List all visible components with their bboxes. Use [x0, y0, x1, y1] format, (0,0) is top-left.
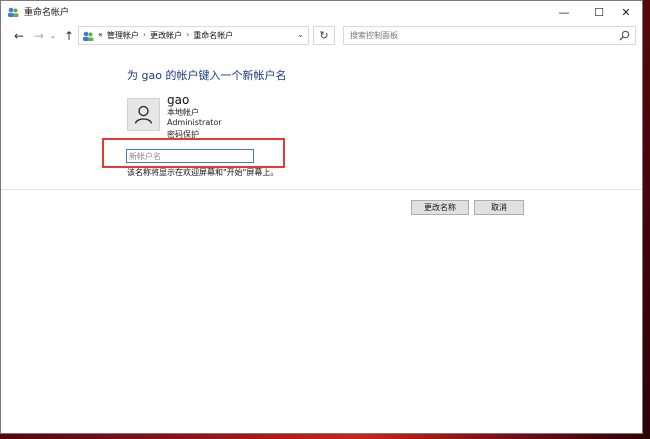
account-role: Administrator	[167, 118, 222, 127]
breadcrumb-item-manage-accounts[interactable]: 管理帐户	[107, 30, 139, 41]
user-accounts-icon	[8, 7, 19, 17]
breadcrumb-overflow[interactable]: «	[98, 30, 103, 41]
title-bar: 重命名帐户 — ☐ ✕	[1, 1, 642, 23]
navigation-bar: ← → ⌄ ↑ « 管理帐户 › 更改帐户 › 重命名帐户 ⌄ ↻ 搜索控制面板	[1, 25, 642, 47]
breadcrumb: « 管理帐户 › 更改帐户 › 重命名帐户	[98, 30, 233, 41]
back-button[interactable]: ←	[11, 27, 27, 45]
window-title: 重命名帐户	[24, 8, 70, 18]
chevron-down-icon[interactable]: ⌄	[297, 30, 304, 39]
breadcrumb-separator[interactable]: ›	[143, 30, 146, 41]
minimize-button[interactable]: —	[547, 1, 581, 23]
rename-button[interactable]: 更改名称	[411, 200, 469, 215]
user-name: gao	[167, 93, 190, 107]
user-accounts-icon	[83, 31, 94, 41]
search-icon[interactable]	[619, 30, 630, 41]
address-bar[interactable]: « 管理帐户 › 更改帐户 › 重命名帐户 ⌄	[78, 26, 309, 45]
rename-account-window: 重命名帐户 — ☐ ✕ ← → ⌄ ↑ « 管理帐户 › 更改帐户 › 重命名帐…	[0, 0, 643, 434]
search-input[interactable]: 搜索控制面板	[343, 26, 636, 45]
page-title: 为 gao 的帐户键入一个新帐户名	[127, 69, 287, 82]
forward-button[interactable]: →	[31, 27, 47, 45]
breadcrumb-item-change-account[interactable]: 更改帐户	[150, 30, 182, 41]
close-button[interactable]: ✕	[609, 1, 642, 23]
user-icon	[134, 105, 153, 124]
account-type: 本地帐户	[167, 108, 199, 117]
divider	[1, 189, 642, 190]
avatar	[127, 98, 160, 131]
new-account-name-input[interactable]	[126, 149, 254, 163]
search-placeholder: 搜索控制面板	[350, 31, 398, 40]
recent-locations-button[interactable]: ⌄	[48, 27, 58, 45]
cancel-button[interactable]: 取消	[474, 200, 524, 215]
breadcrumb-separator[interactable]: ›	[186, 30, 189, 41]
up-button[interactable]: ↑	[61, 27, 77, 45]
refresh-button[interactable]: ↻	[313, 26, 335, 45]
breadcrumb-item-rename-account[interactable]: 重命名帐户	[193, 30, 233, 41]
hint-text: 该名称将显示在欢迎屏幕和"开始"屏幕上。	[127, 168, 279, 177]
